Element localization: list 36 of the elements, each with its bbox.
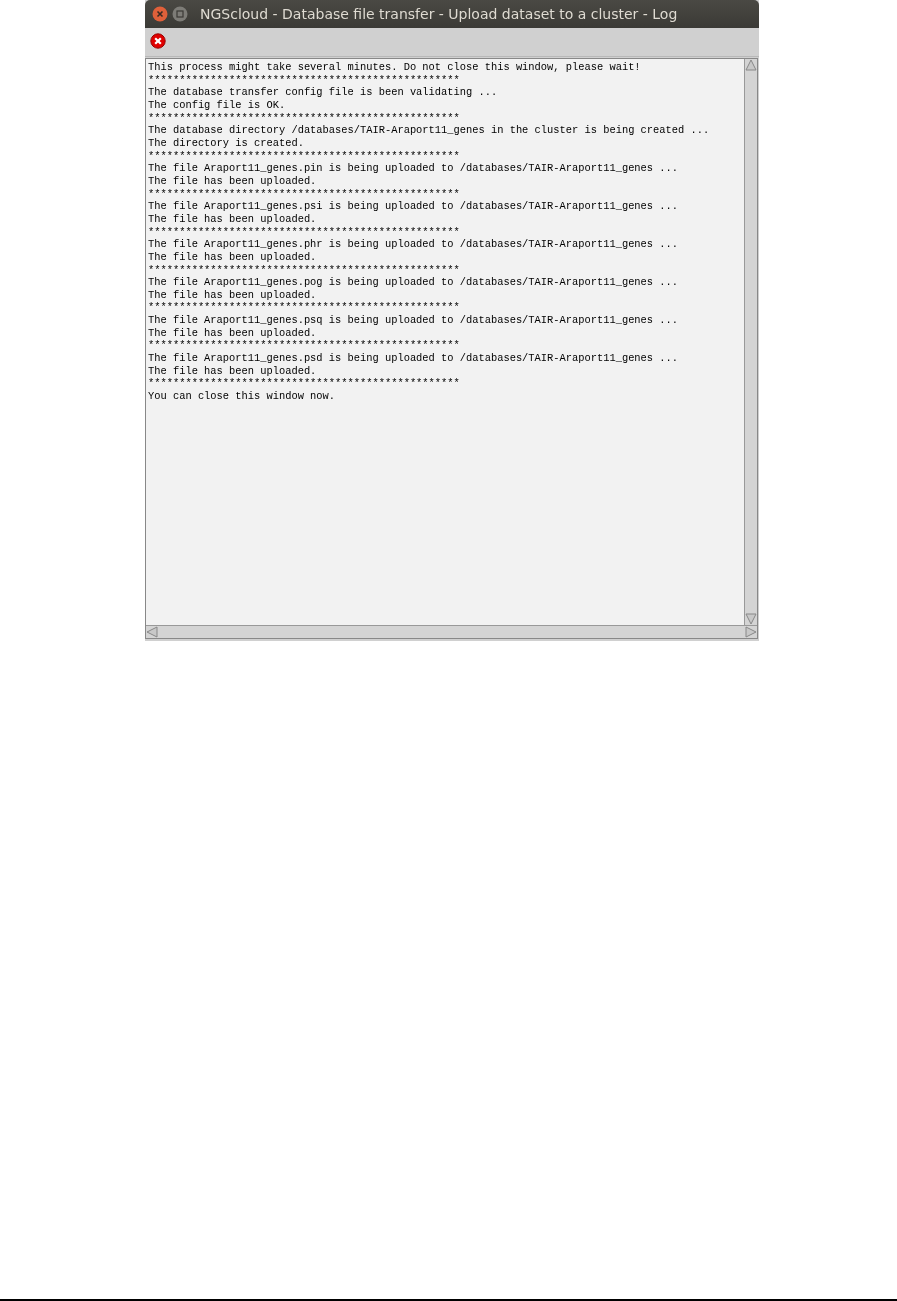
log-line: The file Araport11_genes.psd is being uploaded to /databases/TAIR-Araport11_genes ... xyxy=(148,352,678,365)
log-line: The file Araport11_genes.phr is being uploaded to /databases/TAIR-Araport11_genes ... xyxy=(148,238,678,251)
log-line: The file Araport11_genes.psi is being uploaded to /databases/TAIR-Araport11_genes ... xyxy=(148,200,678,213)
log-line: The file has been uploaded. xyxy=(148,174,317,188)
log-line: The file Araport11_genes.pog is being uploaded to /databases/TAIR-Araport11_genes ... xyxy=(148,276,678,289)
close-icon[interactable] xyxy=(152,6,168,22)
log-line: ************************************************** xyxy=(148,301,460,315)
log-line: The file has been uploaded. xyxy=(148,326,317,340)
log-line: The file Araport11_genes.pin is being uploaded to /databases/TAIR-Araport11_genes ... xyxy=(148,162,678,175)
log-line: ************************************************** xyxy=(148,377,460,391)
horizontal-scrollbar[interactable] xyxy=(146,625,757,638)
log-line: The config file is OK. xyxy=(148,98,286,112)
log-line: The directory is created. xyxy=(148,136,304,150)
minimize-icon[interactable] xyxy=(172,6,188,22)
log-line: ************************************************** xyxy=(148,187,460,201)
close-icon xyxy=(150,33,166,49)
log-line: The file has been uploaded. xyxy=(148,364,317,378)
log-line: The file Araport11_genes.psq is being uploaded to /databases/TAIR-Araport11_genes ... xyxy=(148,314,678,327)
scroll-left-icon[interactable] xyxy=(146,626,158,638)
log-line: ************************************************** xyxy=(148,263,460,277)
log-line: ************************************************** xyxy=(148,111,460,125)
scroll-up-icon[interactable] xyxy=(745,59,757,71)
log-line: ************************************************** xyxy=(148,149,460,163)
log-line: This process might take several minutes. Do not close this window, please wait! xyxy=(148,61,641,74)
log-line: The file has been uploaded. xyxy=(148,250,317,264)
log-line: You can close this window now. xyxy=(148,390,336,403)
log-line: ************************************************** xyxy=(148,225,460,239)
log-line: The database directory /databases/TAIR-Araport11_genes in the cluster is being created ... xyxy=(148,124,710,137)
window-title: NGScloud - Database file transfer - Upload dataset to a cluster - Log xyxy=(200,6,678,22)
log-line: The database transfer config file is been validating ... xyxy=(148,86,498,99)
vertical-scrollbar[interactable] xyxy=(744,59,757,625)
log-line: ************************************************** xyxy=(148,73,460,87)
log-line: The file has been uploaded. xyxy=(148,288,317,302)
log-line: ************************************************** xyxy=(148,339,460,353)
log-line: The file has been uploaded. xyxy=(148,212,317,226)
close-button[interactable] xyxy=(150,33,168,51)
